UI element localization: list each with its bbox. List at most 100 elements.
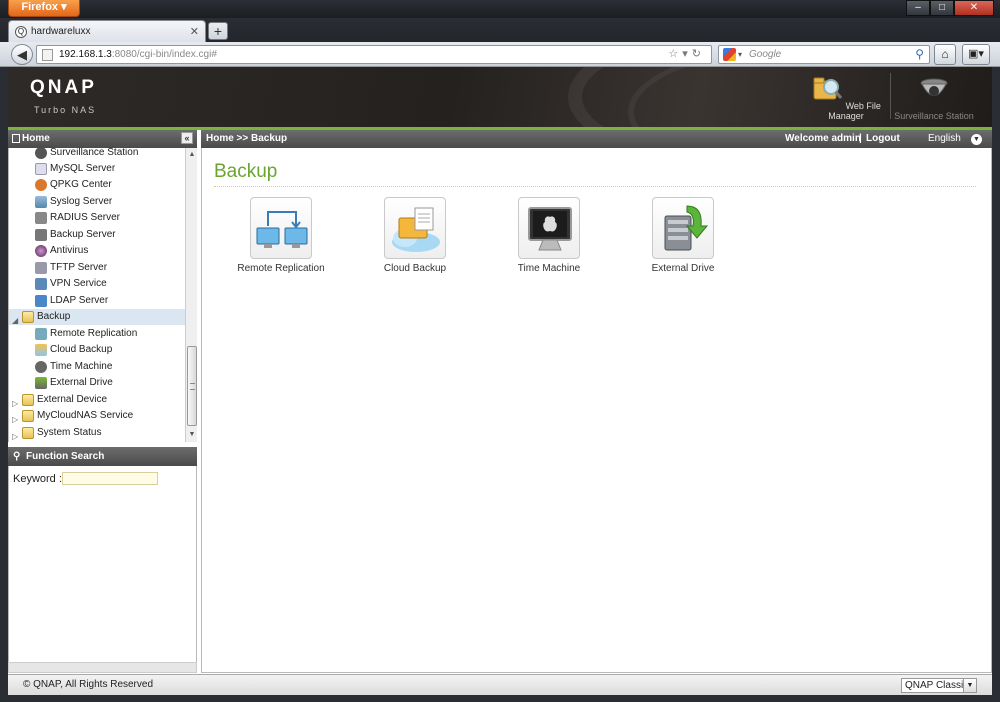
- logout-link[interactable]: Logout: [866, 130, 900, 148]
- sidebar-header: Home «: [8, 130, 197, 148]
- sidebar-item-label: External Device: [37, 394, 108, 405]
- browser-navbar: ◀ 192.168.1.3:8080/cgi-bin/index.cgi# ☆▾…: [0, 42, 1000, 67]
- page-title: Backup: [214, 161, 278, 182]
- sidebar-item-syslog-server[interactable]: Syslog Server: [9, 194, 185, 210]
- language-selector[interactable]: English: [928, 130, 961, 148]
- home-icon[interactable]: ⌂: [934, 44, 956, 65]
- sidebar-item-backup[interactable]: ◢ Backup: [9, 309, 185, 325]
- breadcrumb[interactable]: Home >> Backup: [206, 130, 287, 148]
- home-small-icon: [12, 134, 20, 143]
- window-frame-right: [992, 67, 1000, 702]
- search-icon[interactable]: ⚲: [915, 47, 924, 61]
- sidebar-item-label: VPN Service: [50, 278, 107, 289]
- sidebar-item-radius-server[interactable]: RADIUS Server: [9, 210, 185, 226]
- tile-label: Remote Replication: [237, 263, 325, 274]
- tile-label: Cloud Backup: [383, 263, 447, 274]
- theme-select[interactable]: QNAP Classic ▼: [901, 678, 977, 693]
- search-placeholder: Google: [749, 49, 782, 60]
- apple-monitor-icon: [528, 207, 572, 251]
- new-tab-button[interactable]: +: [208, 22, 228, 40]
- sidebar-item-label: Remote Replication: [50, 328, 138, 339]
- remote-replication-icon: [35, 328, 47, 340]
- firefox-menu-label: Firefox: [21, 1, 59, 13]
- vpn-icon: [35, 278, 47, 290]
- sidebar-item-mycloudnas-service[interactable]: ▷ MyCloudNAS Service: [9, 408, 185, 424]
- minimize-icon[interactable]: –: [906, 0, 930, 16]
- surveillance-station-app[interactable]: Surveillance Station: [894, 73, 974, 121]
- tab-close-icon[interactable]: ✕: [190, 25, 199, 38]
- favicon-icon: Q: [15, 25, 27, 38]
- sidebar-item-cloud-backup[interactable]: Cloud Backup: [9, 342, 185, 358]
- tab-title: hardwareluxx: [31, 26, 91, 37]
- address-bar[interactable]: 192.168.1.3:8080/cgi-bin/index.cgi# ☆▾↻: [36, 45, 712, 64]
- sidebar-item-backup-server[interactable]: Backup Server: [9, 227, 185, 243]
- sidebar-item-label: Time Machine: [50, 361, 113, 372]
- qnap-header: QNAP Turbo NAS Web File Manager Surveill…: [8, 67, 992, 127]
- sidebar-item-vpn-service[interactable]: VPN Service: [9, 276, 185, 292]
- sidebar-bottom-scrollbar[interactable]: [8, 662, 197, 673]
- tile-time-machine[interactable]: Time Machine: [494, 197, 604, 274]
- database-icon: [35, 163, 47, 175]
- sidebar-item-surveillance-station[interactable]: Surveillance Station: [9, 148, 185, 161]
- language-dropdown-icon[interactable]: ▼: [971, 134, 982, 145]
- sidebar-item-label: LDAP Server: [50, 295, 109, 306]
- sidebar-item-system-status[interactable]: ▷ System Status: [9, 425, 185, 441]
- sidebar-item-label: MyCloudNAS Service: [37, 410, 134, 421]
- cloud-backup-icon: [35, 344, 47, 356]
- backup-server-icon: [35, 229, 47, 241]
- sidebar-item-time-machine[interactable]: Time Machine: [9, 359, 185, 375]
- close-window-icon[interactable]: ✕: [954, 0, 994, 16]
- sidebar-item-label: Surveillance Station: [50, 148, 139, 158]
- sidebar-item-remote-replication[interactable]: Remote Replication: [9, 326, 185, 342]
- separator: |: [859, 133, 862, 144]
- search-box[interactable]: ▾ Google ⚲: [718, 45, 930, 64]
- back-button[interactable]: ◀: [11, 44, 33, 65]
- chevron-down-icon[interactable]: ▼: [963, 678, 977, 693]
- tftp-icon: [35, 262, 47, 274]
- tile-external-drive[interactable]: External Drive: [628, 197, 738, 274]
- maximize-icon[interactable]: □: [930, 0, 954, 16]
- window-titlebar: Firefox ▾ – □ ✕: [0, 0, 1000, 18]
- sidebar-item-ldap-server[interactable]: LDAP Server: [9, 293, 185, 309]
- sidebar-item-label: External Drive: [50, 377, 113, 388]
- camera-dome-icon: [920, 78, 948, 96]
- scroll-down-icon[interactable]: ▼: [187, 430, 197, 440]
- scroll-up-icon[interactable]: ▲: [187, 150, 197, 160]
- qpkg-icon: [35, 179, 47, 191]
- firefox-menu-button[interactable]: Firefox ▾: [8, 0, 80, 17]
- window-controls: – □ ✕: [906, 0, 994, 16]
- turbo-nas-logo: Turbo NAS: [34, 105, 97, 115]
- tile-cloud-backup[interactable]: Cloud Backup: [360, 197, 470, 274]
- ldap-icon: [35, 295, 47, 307]
- tile-label: External Drive: [651, 263, 715, 274]
- window-frame-bottom: [0, 695, 1000, 702]
- collapsed-arrow-icon[interactable]: ▷: [12, 429, 18, 442]
- browser-tab[interactable]: Q hardwareluxx ✕: [8, 20, 206, 42]
- sidebar-item-antivirus[interactable]: Antivirus: [9, 243, 185, 259]
- sidebar-scrollbar[interactable]: ▲ ▼: [185, 148, 197, 442]
- sidebar-item-external-drive[interactable]: External Drive: [9, 375, 185, 391]
- theme-select-value: QNAP Classic: [905, 680, 969, 691]
- tile-remote-replication[interactable]: Remote Replication: [226, 197, 336, 274]
- collapse-sidebar-icon[interactable]: «: [181, 132, 193, 144]
- url-path: :8080/cgi-bin/index.cgi#: [111, 49, 217, 60]
- sidebar-item-mysql-server[interactable]: MySQL Server: [9, 161, 185, 177]
- sidebar-item-qpkg-center[interactable]: QPKG Center: [9, 177, 185, 193]
- sidebar-item-tftp-server[interactable]: TFTP Server: [9, 260, 185, 276]
- window-frame-left: [0, 67, 8, 702]
- search-engine-dropdown-icon[interactable]: ▾: [738, 48, 742, 62]
- toolbar-menu-icon[interactable]: ▣▾: [962, 44, 990, 65]
- sidebar-title[interactable]: Home: [22, 133, 50, 144]
- folder-icon: [22, 427, 34, 439]
- sidebar-tree: Surveillance Station MySQL Server QPKG C…: [8, 148, 185, 442]
- keyword-label: Keyword :: [13, 473, 62, 485]
- bookmark-star-icon[interactable]: ☆▾↻: [668, 47, 705, 61]
- sidebar-item-label: Backup Server: [50, 229, 116, 240]
- scrollbar-thumb[interactable]: [187, 346, 197, 426]
- syslog-icon: [35, 196, 47, 208]
- external-drive-icon: [35, 377, 47, 389]
- web-file-manager-app[interactable]: Web File Manager: [806, 73, 886, 121]
- sidebar-item-external-device[interactable]: ▷ External Device: [9, 392, 185, 408]
- browser-tabbar: Q hardwareluxx ✕ +: [0, 18, 1000, 42]
- keyword-input[interactable]: [62, 472, 158, 485]
